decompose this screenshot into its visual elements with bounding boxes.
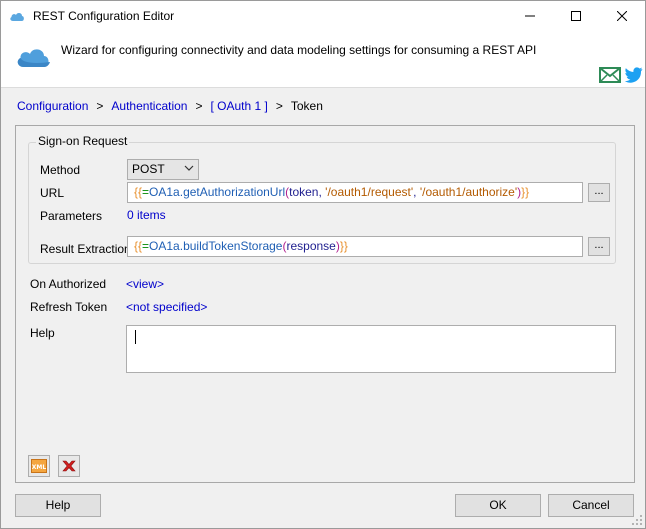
help-textarea[interactable] [126,325,616,373]
on-authorized-link[interactable]: <view> [126,277,164,291]
chevron-down-icon [184,165,194,171]
expr-object: OA1a [149,239,180,253]
expr-comma: , [413,185,420,199]
close-icon [617,11,627,21]
text-caret [135,330,136,344]
url-expression-field[interactable]: {{=OA1a.getAuthorizationUrl(token, '/oau… [127,182,583,203]
expr-open-brace: {{ [134,239,143,253]
expr-argument: token [289,185,319,199]
expr-object: OA1a [149,185,180,199]
xml-icon-text: XML [32,464,47,471]
header-banner: Wizard for configuring connectivity and … [1,31,645,87]
expr-close-brace: }} [521,185,530,199]
breadcrumb-configuration[interactable]: Configuration [17,99,88,113]
breadcrumb-oauth1[interactable]: [ OAuth 1 ] [210,99,267,113]
method-label: Method [40,163,81,177]
refresh-token-link[interactable]: <not specified> [126,300,207,314]
title-bar: REST Configuration Editor [1,1,645,31]
expr-argument: response [286,239,336,253]
close-button[interactable] [599,1,645,31]
minimize-button[interactable] [507,1,553,31]
breadcrumb-separator: > [275,99,283,113]
on-authorized-label: On Authorized [30,277,107,291]
mail-icon[interactable] [599,67,621,83]
expr-function: getAuthorizationUrl [183,185,286,199]
xml-icon: XML [31,459,47,473]
window-title: REST Configuration Editor [33,9,175,23]
expr-operator: = [142,239,150,253]
expr-string: '/oauth1/authorize' [419,185,518,199]
cloud-icon [17,49,50,67]
result-extraction-field[interactable]: {{=OA1a.buildTokenStorage(response)}} [127,236,583,257]
rest-configuration-editor-window: REST Configuration Editor Wizard for con… [0,0,646,529]
expr-open-brace: {{ [134,185,143,199]
expr-function: buildTokenStorage [183,239,283,253]
method-select[interactable]: POST [127,159,199,180]
breadcrumb-separator: > [195,99,203,113]
cloud-icon [10,13,24,21]
breadcrumb-authentication[interactable]: Authentication [111,99,187,113]
group-title: Sign-on Request [36,134,130,148]
breadcrumb-separator: > [96,99,104,113]
refresh-token-label: Refresh Token [30,300,108,314]
help-button[interactable]: Help [15,494,101,517]
delete-icon [62,460,76,472]
banner-divider [1,87,645,88]
expr-operator: = [142,185,150,199]
url-browse-button[interactable]: ... [588,183,610,202]
minimize-icon [525,15,535,17]
help-label: Help [30,326,55,340]
result-browse-button[interactable]: ... [588,237,610,256]
maximize-icon [571,11,581,21]
cancel-button[interactable]: Cancel [548,494,634,517]
maximize-button[interactable] [553,1,599,31]
ok-button[interactable]: OK [455,494,541,517]
method-value: POST [132,162,165,176]
result-extraction-label: Result Extraction [40,242,131,256]
sign-on-request-group: Sign-on Request Method POST URL {{=OA1a.… [28,134,616,264]
url-label: URL [40,186,65,200]
resize-grip-icon[interactable] [631,514,643,526]
parameters-link[interactable]: 0 items [127,208,166,222]
xml-button[interactable]: XML [28,455,50,477]
parameters-label: Parameters [40,209,103,223]
banner-description: Wizard for configuring connectivity and … [61,43,537,57]
delete-button[interactable] [58,455,80,477]
breadcrumb-current: Token [290,99,323,113]
twitter-icon[interactable] [625,67,643,83]
breadcrumb: Configuration > Authentication > [ OAuth 1 ]… [17,99,323,113]
expr-close-brace: }} [339,239,348,253]
token-settings-panel: Sign-on Request Method POST URL {{=OA1a.… [15,125,635,483]
expr-string: '/oauth1/request' [325,185,414,199]
